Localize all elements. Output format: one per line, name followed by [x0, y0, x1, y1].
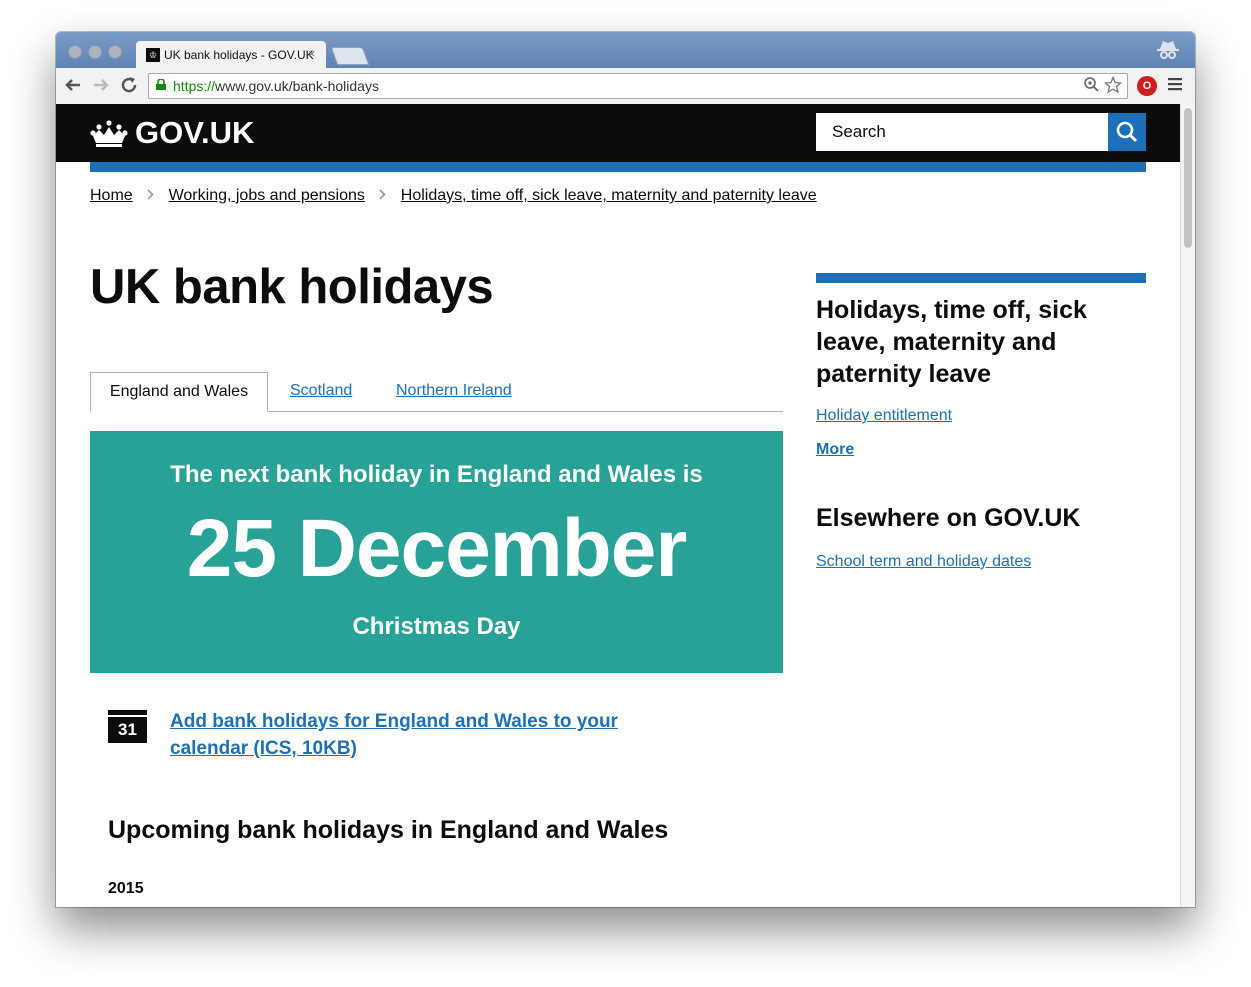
govuk-header: GOV.UK	[56, 104, 1180, 162]
holiday-entitlement-link[interactable]: Holiday entitlement	[816, 407, 952, 425]
search-button[interactable]	[1108, 113, 1146, 151]
lock-icon	[156, 79, 166, 90]
tab-scotland[interactable]: Scotland	[290, 382, 352, 400]
back-arrow-icon[interactable]	[62, 74, 84, 96]
year-heading: 2015	[108, 880, 144, 897]
vertical-scrollbar[interactable]	[1180, 104, 1195, 907]
breadcrumb-holidays-time-off[interactable]: Holidays, time off, sick leave, maternit…	[401, 187, 817, 204]
address-bar[interactable]: https://www.gov.uk/bank-holidays	[148, 73, 1128, 99]
breadcrumb-working-jobs-pensions[interactable]: Working, jobs and pensions	[169, 187, 365, 204]
browser-window: ♔ UK bank holidays - GOV.UK × https://ww…	[56, 32, 1195, 907]
calendar-icon: 31	[108, 710, 147, 743]
next-holiday-name: Christmas Day	[352, 613, 521, 640]
sidebar-related-heading: Holidays, time off, sick leave, maternit…	[816, 296, 1087, 388]
tab-strip: ♔ UK bank holidays - GOV.UK ×	[56, 32, 1195, 68]
bookmark-star-icon[interactable]	[1103, 75, 1123, 99]
url-text: https://www.gov.uk/bank-holidays	[173, 78, 379, 94]
hamburger-menu-icon[interactable]	[1168, 75, 1182, 96]
tab-northern-ireland[interactable]: Northern Ireland	[396, 382, 512, 400]
upcoming-holidays-heading: Upcoming bank holidays in England and Wa…	[108, 816, 669, 844]
breadcrumb-home[interactable]: Home	[90, 187, 133, 204]
incognito-icon	[1155, 38, 1181, 62]
browser-toolbar: https://www.gov.uk/bank-holidays O	[56, 68, 1195, 105]
search-icon	[1116, 121, 1138, 143]
chevron-right-icon	[379, 187, 386, 203]
elsewhere-heading: Elsewhere on GOV.UK	[816, 504, 1081, 532]
tab-england-and-wales[interactable]: England and Wales	[90, 372, 268, 412]
scrollbar-thumb[interactable]	[1184, 108, 1192, 248]
add-to-calendar-link[interactable]: Add bank holidays for England and Wales …	[170, 708, 670, 762]
logo-text: GOV.UK	[135, 115, 255, 150]
browser-tab[interactable]: ♔ UK bank holidays - GOV.UK ×	[136, 41, 326, 68]
next-holiday-date: 25 December	[186, 503, 688, 594]
minimize-window-button[interactable]	[88, 45, 102, 59]
sidebar-blue-rule	[816, 273, 1146, 283]
next-holiday-intro: The next bank holiday in England and Wal…	[170, 461, 703, 488]
tab-close-icon[interactable]: ×	[308, 46, 316, 61]
page-title: UK bank holidays	[90, 260, 494, 314]
chevron-right-icon	[147, 187, 154, 203]
school-term-dates-link[interactable]: School term and holiday dates	[816, 553, 1031, 571]
search-input[interactable]	[816, 113, 1108, 151]
new-tab-button[interactable]	[330, 47, 370, 65]
forward-arrow-icon[interactable]	[90, 74, 112, 96]
govuk-logo[interactable]: GOV.UK	[90, 115, 254, 151]
breadcrumb: Home Working, jobs and pensions Holidays…	[90, 187, 817, 205]
zoom-magnifier-icon[interactable]	[1083, 76, 1100, 98]
close-window-button[interactable]	[68, 45, 82, 59]
zoom-window-button[interactable]	[108, 45, 122, 59]
header-blue-rule	[90, 162, 1146, 172]
page-viewport: GOV.UK Home Working, jobs and pensions H…	[56, 104, 1180, 907]
next-holiday-panel: The next bank holiday in England and Wal…	[90, 431, 783, 673]
govuk-favicon-icon: ♔	[146, 48, 160, 62]
tab-title: UK bank holidays - GOV.UK	[164, 48, 314, 62]
crown-icon	[90, 119, 128, 155]
reload-icon[interactable]	[118, 74, 140, 96]
more-link[interactable]: More	[816, 441, 854, 459]
adblock-extension-icon[interactable]: O	[1137, 76, 1157, 96]
